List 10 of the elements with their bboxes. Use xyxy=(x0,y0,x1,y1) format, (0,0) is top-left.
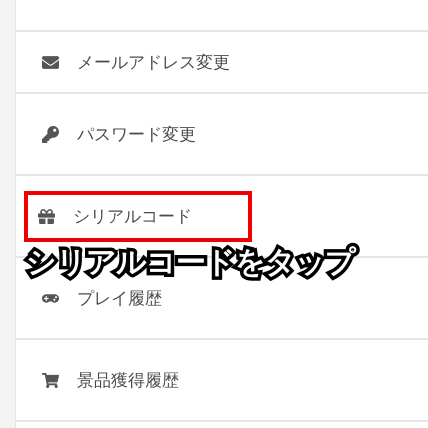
caption-text: シリアルコードをタップ xyxy=(18,238,363,288)
key-icon xyxy=(42,126,59,142)
gift-icon xyxy=(38,208,55,224)
menu-item[interactable]: パスワード変更 xyxy=(77,122,196,146)
menu-item[interactable]: 景品獲得履歴 xyxy=(77,368,179,392)
menu-item[interactable]: プレイ履歴 xyxy=(77,286,162,310)
cart-icon xyxy=(42,372,59,388)
envelope-icon xyxy=(42,54,59,70)
menu-item[interactable]: シリアルコード xyxy=(73,204,192,228)
menu-item[interactable]: メールアドレス変更 xyxy=(77,50,230,74)
